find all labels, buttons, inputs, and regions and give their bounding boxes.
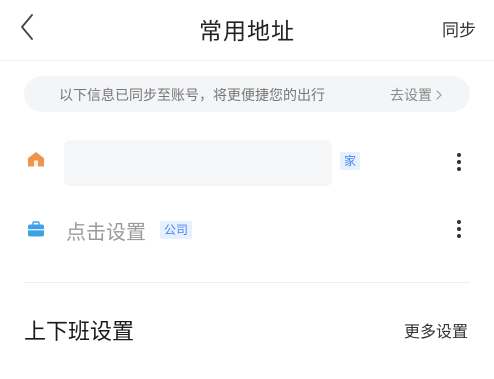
page-title: 常用地址 xyxy=(199,19,295,45)
page: 常用地址 同步 以下信息已同步至账号，将更便捷您的出行 去设置 家 点击设置 公… xyxy=(0,0,494,379)
more-vertical-icon xyxy=(457,220,461,224)
company-address-row: 点击设置 公司 xyxy=(0,201,494,257)
go-settings-label: 去设置 xyxy=(390,88,432,104)
header-divider xyxy=(0,60,494,61)
go-settings-link[interactable]: 去设置 xyxy=(390,85,442,105)
top-bar: 常用地址 同步 xyxy=(0,0,494,56)
more-vertical-icon-dot xyxy=(457,234,461,238)
more-settings-link[interactable]: 更多设置 xyxy=(404,318,468,342)
commute-settings-title: 上下班设置 xyxy=(24,320,135,345)
more-vertical-icon-dot xyxy=(457,167,461,171)
home-tag: 家 xyxy=(340,152,361,170)
chevron-right-icon xyxy=(436,90,442,100)
company-more-button[interactable] xyxy=(450,215,468,243)
company-address-placeholder[interactable]: 点击设置 xyxy=(66,216,146,245)
home-address-row: 家 xyxy=(0,134,494,190)
more-vertical-icon-dot xyxy=(457,160,461,164)
briefcase-icon xyxy=(28,221,44,237)
more-vertical-icon xyxy=(457,153,461,157)
sync-notice-banner: 以下信息已同步至账号，将更便捷您的出行 去设置 xyxy=(24,76,470,112)
home-more-button[interactable] xyxy=(450,148,468,176)
section-divider xyxy=(24,282,470,283)
home-icon xyxy=(28,152,44,167)
home-address-input[interactable] xyxy=(64,140,332,186)
sync-notice-text: 以下信息已同步至账号，将更便捷您的出行 xyxy=(59,88,325,104)
sync-button[interactable]: 同步 xyxy=(442,16,476,41)
company-tag: 公司 xyxy=(160,221,193,239)
more-vertical-icon-dot xyxy=(457,227,461,231)
